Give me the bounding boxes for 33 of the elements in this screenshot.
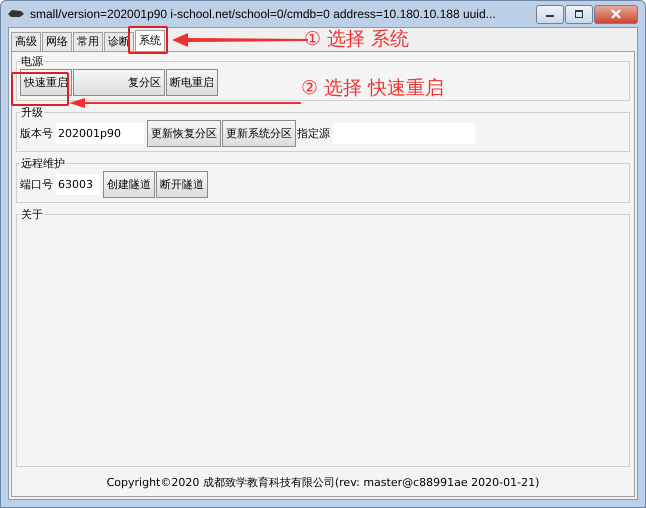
tab[interactable]: 网络	[42, 32, 72, 51]
app-icon	[8, 9, 24, 19]
input-field[interactable]: 202001p90	[56, 123, 144, 144]
annotation-label: ① 选择 系统	[304, 27, 410, 52]
action-button[interactable]: 断电重启	[166, 69, 218, 96]
group-title: 电源	[20, 54, 44, 69]
group-title: 升级	[20, 105, 44, 120]
copyright-text: Copyright©2020 成都致学教育科技有限公司(rev: master@c88991ae 2020-01-21)	[106, 475, 540, 490]
annotation-label: ② 选择 快速重启	[301, 76, 444, 101]
action-button[interactable]: 复分区	[73, 69, 165, 96]
close-button[interactable]	[594, 4, 638, 24]
action-button[interactable]: 更新恢复分区	[147, 120, 221, 147]
input-field[interactable]: 63003	[56, 174, 100, 195]
window-title: small/version=202001p90 i-school.net/school=0/cmdb=0 address=10.180.10.188 uuid...	[30, 7, 497, 21]
tab[interactable]: 常用	[73, 32, 103, 51]
field-label: 端口号	[20, 177, 53, 192]
maximize-icon	[574, 10, 584, 18]
tab[interactable]: 高级	[11, 32, 41, 51]
close-icon	[610, 9, 622, 19]
minimize-button[interactable]	[536, 4, 564, 24]
maximize-button[interactable]	[565, 4, 593, 24]
action-button[interactable]: 更新系统分区	[222, 120, 296, 147]
tab[interactable]: 系统	[135, 30, 165, 51]
action-button[interactable]: 快速重启	[20, 69, 72, 96]
group-title: 远程维护	[20, 156, 66, 171]
highlight-frame	[128, 26, 168, 54]
highlight-frame	[11, 72, 69, 106]
tab[interactable]: 诊断	[104, 32, 134, 51]
field-label: 版本号	[20, 126, 53, 141]
field-label: 指定源	[297, 126, 330, 141]
action-button[interactable]: 创建隧道	[103, 171, 155, 198]
group-title: 关于	[20, 207, 44, 222]
action-button[interactable]: 断开隧道	[156, 171, 208, 198]
